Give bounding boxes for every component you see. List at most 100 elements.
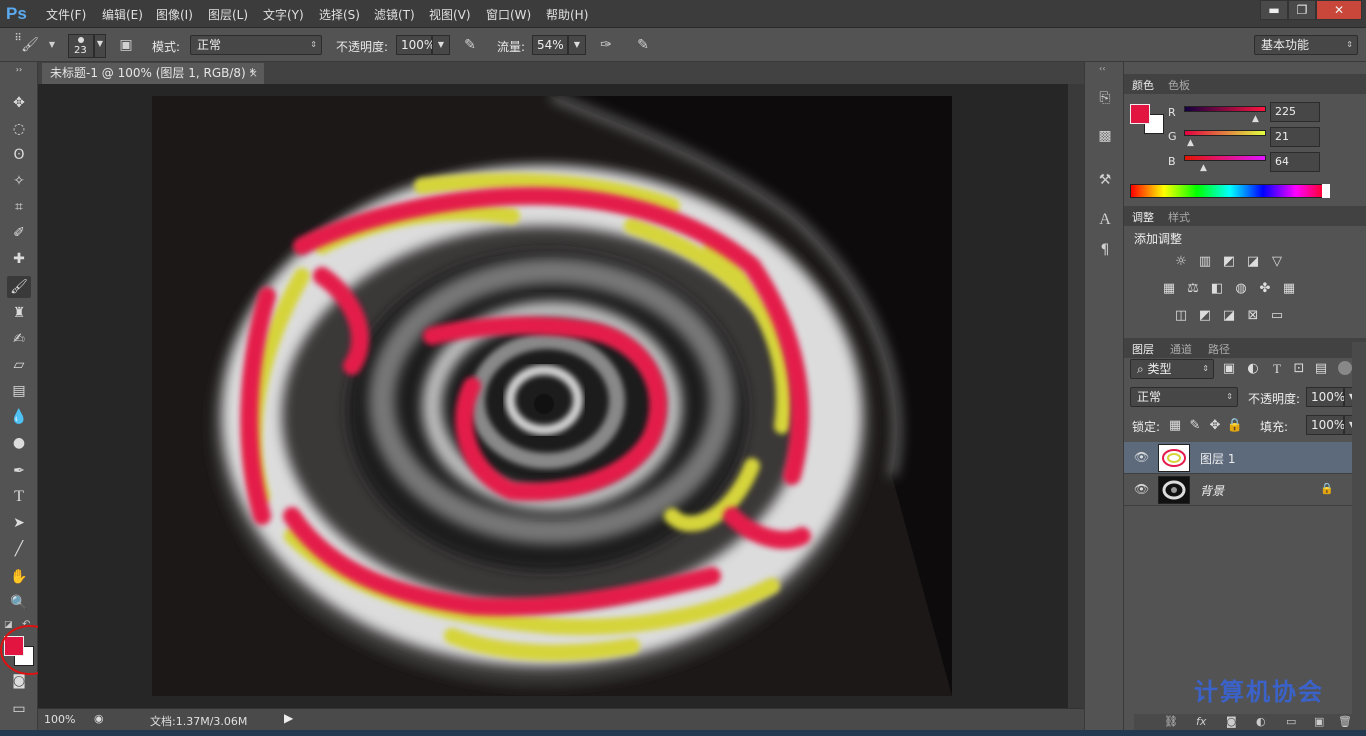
selective-color-adjust-icon[interactable]: ⊠ <box>1244 308 1262 324</box>
tab-layers[interactable]: 图层 <box>1132 341 1154 357</box>
status-arrow-icon[interactable]: ▶ <box>284 711 293 725</box>
layer-filter-select[interactable]: ⌕ 类型 ⇕ <box>1130 359 1214 379</box>
color-lookup-adjust-icon[interactable]: ▦ <box>1280 281 1298 297</box>
tab-styles[interactable]: 样式 <box>1168 209 1190 225</box>
tab-paths[interactable]: 路径 <box>1208 341 1230 357</box>
green-slider[interactable] <box>1184 130 1266 136</box>
layer-name[interactable]: 图层 1 <box>1200 450 1235 467</box>
document-canvas[interactable] <box>152 96 952 696</box>
brush-preset-icon[interactable]: 🖌 <box>20 36 40 54</box>
menu-image[interactable]: 图像(I) <box>156 6 193 23</box>
tab-color[interactable]: 颜色 <box>1132 77 1154 93</box>
tab-channels[interactable]: 通道 <box>1170 341 1192 357</box>
brightness-adjust-icon[interactable]: ☼ <box>1172 254 1190 270</box>
chevron-down-icon[interactable]: ▼ <box>42 36 62 54</box>
exposure-adjust-icon[interactable]: ◪ <box>1244 254 1262 270</box>
menu-layer[interactable]: 图层(L) <box>208 6 248 23</box>
airbrush-icon[interactable]: ✑ <box>596 36 616 54</box>
filter-type-icon[interactable]: T <box>1268 361 1286 377</box>
levels-adjust-icon[interactable]: ▥ <box>1196 254 1214 270</box>
type-tool-icon[interactable]: T <box>7 486 31 508</box>
stamp-tool-icon[interactable]: ♜ <box>7 302 31 324</box>
zoom-level[interactable]: 100% <box>44 713 75 726</box>
tab-adjustments[interactable]: 调整 <box>1132 209 1154 225</box>
opacity-input[interactable]: 100% <box>396 35 435 55</box>
menu-view[interactable]: 视图(V) <box>429 6 471 23</box>
status-menu-icon[interactable]: ◉ <box>94 712 104 725</box>
restore-button[interactable]: ❐ <box>1288 0 1316 20</box>
filter-smart-object-icon[interactable]: ▤ <box>1312 361 1330 377</box>
filter-pixel-icon[interactable]: ▣ <box>1220 361 1238 377</box>
workspace-select[interactable]: 基本功能 ⇕ <box>1254 35 1358 55</box>
lock-all-icon[interactable]: 🔒 <box>1226 418 1244 434</box>
paragraph-panel-icon[interactable]: ¶ <box>1093 238 1117 262</box>
brush-size-picker[interactable]: 23 <box>68 34 94 58</box>
gradient-map-adjust-icon[interactable]: ▭ <box>1268 308 1286 324</box>
document-tab[interactable]: 未标题-1 @ 100% (图层 1, RGB/8) * × <box>42 63 264 84</box>
menu-edit[interactable]: 编辑(E) <box>102 6 143 23</box>
magic-wand-tool-icon[interactable]: ✧ <box>7 170 31 192</box>
pen-tool-icon[interactable]: ✒ <box>7 460 31 482</box>
dodge-tool-icon[interactable]: ● <box>7 432 31 454</box>
curves-adjust-icon[interactable]: ◩ <box>1220 254 1238 270</box>
lasso-tool-icon[interactable]: ʘ <box>7 144 31 166</box>
eyedropper-tool-icon[interactable]: ✐ <box>7 222 31 244</box>
mode-select[interactable]: 正常 ⇕ <box>190 35 322 55</box>
flow-dropdown[interactable]: ▼ <box>568 35 586 55</box>
layer-opacity-input[interactable]: 100% <box>1306 387 1345 407</box>
brush-panel-icon[interactable]: ▣ <box>116 36 136 54</box>
eye-icon[interactable]: 👁 <box>1134 450 1149 464</box>
menu-select[interactable]: 选择(S) <box>319 6 360 23</box>
canvas-vertical-scrollbar[interactable] <box>1068 84 1084 708</box>
green-slider-handle[interactable]: ▲ <box>1187 138 1194 148</box>
brush-tool-icon[interactable]: 🖌 <box>7 276 31 298</box>
red-slider-handle[interactable]: ▲ <box>1252 114 1259 124</box>
menu-type[interactable]: 文字(Y) <box>263 6 304 23</box>
flow-input[interactable]: 54% <box>532 35 568 55</box>
close-button[interactable]: ✕ <box>1316 0 1362 20</box>
eraser-tool-icon[interactable]: ▱ <box>7 354 31 376</box>
posterize-adjust-icon[interactable]: ◩ <box>1196 308 1214 324</box>
spectrum-white-swatch[interactable] <box>1322 184 1330 198</box>
new-layer-icon[interactable]: ▣ <box>1314 715 1324 728</box>
hue-saturation-adjust-icon[interactable]: ▦ <box>1160 281 1178 297</box>
properties-panel-icon[interactable]: ▩ <box>1093 124 1117 148</box>
blur-tool-icon[interactable]: 💧 <box>7 406 31 428</box>
pressure-size-icon[interactable]: ✎ <box>633 36 653 54</box>
invert-adjust-icon[interactable]: ◫ <box>1172 308 1190 324</box>
channel-mixer-adjust-icon[interactable]: ✤ <box>1256 281 1274 297</box>
menu-filter[interactable]: 滤镜(T) <box>374 6 415 23</box>
new-group-icon[interactable]: ▭ <box>1286 715 1296 728</box>
path-select-tool-icon[interactable]: ➤ <box>7 512 31 534</box>
menu-help[interactable]: 帮助(H) <box>546 6 588 23</box>
fx-icon[interactable]: fx <box>1196 715 1206 728</box>
tool-presets-icon[interactable]: ⚒ <box>1093 168 1117 192</box>
eye-icon[interactable]: 👁 <box>1134 482 1149 496</box>
threshold-adjust-icon[interactable]: ◪ <box>1220 308 1238 324</box>
photo-filter-adjust-icon[interactable]: ◍ <box>1232 281 1250 297</box>
new-fill-layer-icon[interactable]: ◐ <box>1256 715 1266 728</box>
marquee-tool-icon[interactable]: ◌ <box>7 118 31 140</box>
move-tool-icon[interactable]: ✥ <box>7 92 31 114</box>
color-spectrum-bar[interactable] <box>1130 184 1330 198</box>
black-white-adjust-icon[interactable]: ◧ <box>1208 281 1226 297</box>
filter-toggle-icon[interactable] <box>1338 361 1352 375</box>
delete-layer-icon[interactable]: 🗑 <box>1338 715 1352 728</box>
collapse-icon[interactable]: ‹‹ <box>1099 64 1105 73</box>
close-tab-icon[interactable]: × <box>249 63 258 84</box>
brush-size-dropdown[interactable]: ▼ <box>94 34 106 58</box>
gradient-tool-icon[interactable]: ▤ <box>7 380 31 402</box>
screen-mode-icon[interactable]: ▭ <box>7 698 31 720</box>
layer-row-1[interactable]: 👁 图层 1 <box>1124 442 1352 474</box>
link-layers-icon[interactable]: ⛓ <box>1164 715 1178 728</box>
layer-row-background[interactable]: 👁 背景 🔒 <box>1124 474 1352 506</box>
pressure-opacity-icon[interactable]: ✎ <box>460 36 480 54</box>
lock-position-icon[interactable]: ✥ <box>1206 418 1224 434</box>
minimize-button[interactable]: ▬ <box>1260 0 1288 20</box>
layer-name[interactable]: 背景 <box>1200 482 1224 499</box>
history-brush-tool-icon[interactable]: ✍ <box>7 328 31 350</box>
red-slider[interactable] <box>1184 106 1266 112</box>
blue-slider[interactable] <box>1184 155 1266 161</box>
fill-input[interactable]: 100% <box>1306 415 1345 435</box>
blue-value-input[interactable]: 64 <box>1270 152 1320 172</box>
